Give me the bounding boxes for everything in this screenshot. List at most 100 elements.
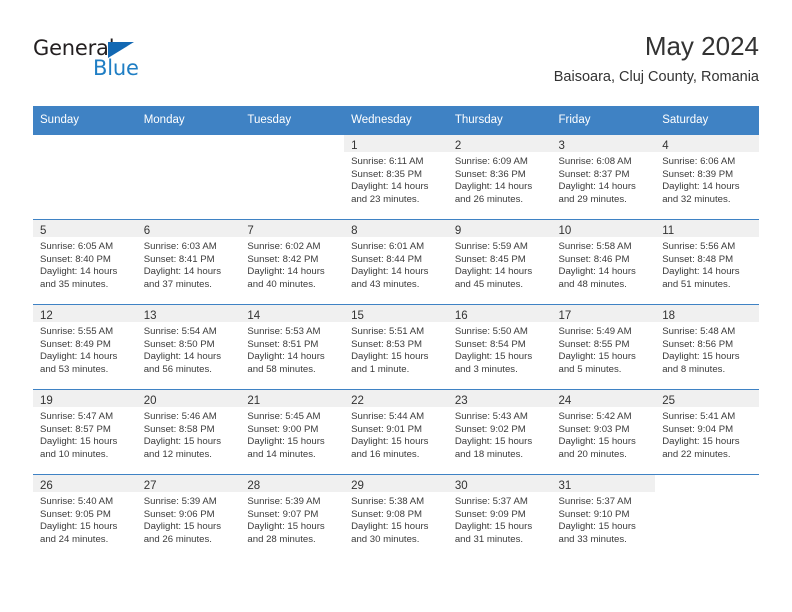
calendar-day-cell[interactable]: 12 Sunrise: 5:55 AM Sunset: 8:49 PM Dayligh… — [33, 304, 137, 390]
calendar-day-cell[interactable]: 24 Sunrise: 5:42 AM Sunset: 9:03 PM Dayligh… — [551, 389, 656, 475]
daylight-text-line2: and 23 minutes. — [351, 193, 420, 205]
weekday-header-sunday: Sunday — [33, 106, 137, 135]
calendar-day-cell[interactable]: 5 Sunrise: 6:05 AM Sunset: 8:40 PM Daylight… — [33, 219, 137, 305]
day-number-band: 25 — [655, 390, 759, 407]
calendar-day-cell[interactable]: 10 Sunrise: 5:58 AM Sunset: 8:46 PM Dayligh… — [551, 219, 656, 305]
calendar-day-cell[interactable]: 29 Sunrise: 5:38 AM Sunset: 9:08 PM Dayligh… — [344, 474, 448, 559]
day-details: Sunrise: 5:45 AM Sunset: 9:00 PM Daylight:… — [240, 407, 344, 461]
calendar-day-cell[interactable]: 22 Sunrise: 5:44 AM Sunset: 9:01 PM Dayligh… — [344, 389, 448, 475]
daylight-text-line1: Daylight: 14 hours — [351, 181, 429, 193]
daylight-text-line2: and 10 minutes. — [40, 448, 109, 460]
sunset-text: Sunset: 8:39 PM — [662, 168, 734, 180]
calendar-day-cell[interactable]: 18 Sunrise: 5:48 AM Sunset: 8:56 PM Dayligh… — [655, 304, 759, 390]
day-number-band — [137, 135, 241, 152]
daylight-text-line1: Daylight: 15 hours — [247, 436, 325, 448]
day-number: 7 — [247, 225, 254, 237]
day-details: Sunrise: 5:50 AM Sunset: 8:54 PM Daylight:… — [448, 322, 552, 376]
calendar-day-cell[interactable]: 20 Sunrise: 5:46 AM Sunset: 8:58 PM Dayligh… — [136, 389, 241, 475]
calendar-day-cell[interactable]: 7 Sunrise: 6:02 AM Sunset: 8:42 PM Daylight… — [240, 219, 345, 305]
day-number-band: 17 — [551, 305, 656, 322]
calendar-day-cell[interactable]: 6 Sunrise: 6:03 AM Sunset: 8:41 PM Daylight… — [136, 219, 241, 305]
daylight-text-line2: and 40 minutes. — [247, 278, 316, 290]
daylight-text-line2: and 30 minutes. — [351, 533, 420, 545]
day-details: Sunrise: 5:41 AM Sunset: 9:04 PM Daylight:… — [655, 407, 759, 461]
day-number-band: 3 — [551, 135, 656, 152]
day-number: 26 — [40, 480, 53, 492]
calendar-day-cell[interactable]: 4 Sunrise: 6:06 AM Sunset: 8:39 PM Daylight… — [655, 134, 759, 220]
daylight-text-line1: Daylight: 14 hours — [558, 181, 636, 193]
day-details: Sunrise: 5:42 AM Sunset: 9:03 PM Daylight:… — [552, 407, 656, 461]
day-number-band: 7 — [240, 220, 345, 237]
day-number: 28 — [247, 480, 261, 492]
day-number: 18 — [662, 310, 676, 322]
calendar-day-cell[interactable]: 15 Sunrise: 5:51 AM Sunset: 8:53 PM Dayligh… — [344, 304, 448, 390]
calendar-day-cell[interactable]: 1 Sunrise: 6:11 AM Sunset: 8:35 PM Daylight… — [344, 134, 448, 220]
day-number-band: 27 — [136, 475, 241, 492]
day-number-band: 24 — [551, 390, 656, 407]
sunrise-text: Sunrise: 5:47 AM — [40, 411, 114, 422]
calendar-day-cell[interactable]: 16 Sunrise: 5:50 AM Sunset: 8:54 PM Dayligh… — [447, 304, 552, 390]
daylight-text-line1: Daylight: 15 hours — [143, 436, 222, 448]
calendar-day-cell[interactable]: 14 Sunrise: 5:53 AM Sunset: 8:51 PM Dayligh… — [240, 304, 345, 390]
daylight-text-line1: Daylight: 14 hours — [558, 266, 636, 278]
calendar-week-row: 26 Sunrise: 5:40 AM Sunset: 9:05 PM Dayligh… — [33, 474, 759, 559]
day-number-band: 29 — [344, 475, 448, 492]
day-number-band: 10 — [551, 220, 656, 237]
day-number: 17 — [558, 310, 572, 322]
day-number-band: 20 — [136, 390, 241, 407]
calendar-day-cell[interactable]: 3 Sunrise: 6:08 AM Sunset: 8:37 PM Daylight… — [551, 134, 656, 220]
day-details: Sunrise: 6:02 AM Sunset: 8:42 PM Daylight:… — [240, 237, 344, 291]
sunrise-text: Sunrise: 6:02 AM — [247, 241, 321, 252]
calendar-day-cell[interactable]: 28 Sunrise: 5:39 AM Sunset: 9:07 PM Dayligh… — [240, 474, 345, 559]
calendar-day-cell[interactable]: 30 Sunrise: 5:37 AM Sunset: 9:09 PM Dayligh… — [447, 474, 552, 559]
daylight-text-line2: and 22 minutes. — [662, 448, 731, 460]
sunset-text: Sunset: 8:53 PM — [351, 338, 423, 350]
daylight-text-line2: and 31 minutes. — [454, 533, 524, 545]
day-number-band: 13 — [136, 305, 241, 322]
daylight-text-line1: Daylight: 15 hours — [351, 351, 429, 363]
day-number-band: 4 — [655, 135, 759, 152]
calendar-day-cell[interactable]: 8 Sunrise: 6:01 AM Sunset: 8:44 PM Daylight… — [344, 219, 448, 305]
sunset-text: Sunset: 8:36 PM — [454, 168, 526, 180]
day-details: Sunrise: 6:03 AM Sunset: 8:41 PM Daylight:… — [137, 237, 241, 291]
calendar-day-cell[interactable]: 17 Sunrise: 5:49 AM Sunset: 8:55 PM Dayligh… — [551, 304, 656, 390]
daylight-text-line1: Daylight: 15 hours — [558, 521, 636, 533]
sunset-text: Sunset: 8:57 PM — [40, 423, 111, 435]
day-details: Sunrise: 5:55 AM Sunset: 8:49 PM Daylight:… — [33, 322, 137, 376]
day-number: 1 — [351, 140, 358, 152]
day-details: Sunrise: 6:09 AM Sunset: 8:36 PM Daylight:… — [448, 152, 552, 206]
day-number: 22 — [351, 395, 364, 407]
day-number: 31 — [558, 480, 572, 492]
calendar-day-cell[interactable]: 2 Sunrise: 6:09 AM Sunset: 8:36 PM Daylight… — [447, 134, 552, 220]
sunset-text: Sunset: 8:41 PM — [143, 253, 215, 265]
daylight-text-line2: and 26 minutes. — [143, 533, 212, 545]
daylight-text-line2: and 28 minutes. — [247, 533, 316, 545]
calendar-day-cell[interactable]: 19 Sunrise: 5:47 AM Sunset: 8:57 PM Dayligh… — [33, 389, 137, 475]
calendar-week-row: 5 Sunrise: 6:05 AM Sunset: 8:40 PM Daylight… — [33, 219, 759, 305]
daylight-text-line1: Daylight: 15 hours — [351, 436, 429, 448]
daylight-text-line1: Daylight: 15 hours — [454, 436, 533, 448]
day-number-band: 26 — [33, 475, 137, 492]
calendar-day-cell[interactable]: 23 Sunrise: 5:43 AM Sunset: 9:02 PM Dayligh… — [447, 389, 552, 475]
sunset-text: Sunset: 8:54 PM — [454, 338, 526, 350]
sunset-text: Sunset: 8:50 PM — [143, 338, 215, 350]
day-number-band: 2 — [447, 135, 552, 152]
daylight-text-line2: and 48 minutes. — [558, 278, 627, 290]
calendar-day-cell[interactable]: 26 Sunrise: 5:40 AM Sunset: 9:05 PM Dayligh… — [33, 474, 137, 559]
calendar-day-cell[interactable]: 21 Sunrise: 5:45 AM Sunset: 9:00 PM Dayligh… — [240, 389, 345, 475]
calendar-day-cell[interactable]: 9 Sunrise: 5:59 AM Sunset: 8:45 PM Daylight… — [447, 219, 552, 305]
calendar-day-cell[interactable]: 25 Sunrise: 5:41 AM Sunset: 9:04 PM Dayligh… — [655, 389, 759, 475]
day-details: Sunrise: 5:46 AM Sunset: 8:58 PM Daylight:… — [137, 407, 241, 461]
sunset-text: Sunset: 8:48 PM — [662, 253, 734, 265]
sunrise-text: Sunrise: 6:09 AM — [454, 156, 528, 167]
calendar-day-cell[interactable]: 11 Sunrise: 5:56 AM Sunset: 8:48 PM Dayligh… — [655, 219, 759, 305]
calendar-day-cell[interactable]: 27 Sunrise: 5:39 AM Sunset: 9:06 PM Dayligh… — [136, 474, 241, 559]
general-blue-logo[interactable]: General Blue — [33, 36, 233, 88]
day-number: 23 — [454, 395, 468, 407]
calendar-day-cell[interactable]: 13 Sunrise: 5:54 AM Sunset: 8:50 PM Dayligh… — [136, 304, 241, 390]
daylight-text-line1: Daylight: 14 hours — [143, 351, 222, 363]
sunset-text: Sunset: 8:42 PM — [247, 253, 319, 265]
sunset-text: Sunset: 8:46 PM — [558, 253, 630, 265]
sunrise-text: Sunrise: 5:39 AM — [143, 496, 217, 507]
calendar-day-cell[interactable]: 31 Sunrise: 5:37 AM Sunset: 9:10 PM Dayligh… — [551, 474, 656, 559]
